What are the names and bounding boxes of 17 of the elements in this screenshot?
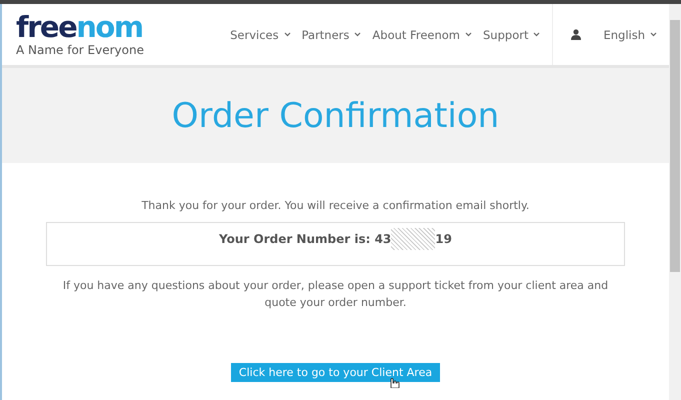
nav-link[interactable]: Partners	[302, 28, 362, 42]
tagline: A Name for Everyone	[16, 42, 144, 56]
scrollbar[interactable]	[669, 4, 681, 400]
page-title: Order Confirmation	[172, 96, 500, 136]
logo[interactable]: freenom	[16, 12, 144, 40]
nav-link[interactable]: Services	[230, 28, 291, 42]
nav-link[interactable]: About Freenom	[372, 28, 472, 42]
order-number-end: 19	[435, 232, 452, 246]
scrollbar-thumb[interactable]	[670, 20, 680, 272]
redacted-area	[391, 228, 436, 250]
language-menu[interactable]: English	[603, 28, 657, 42]
nav-link[interactable]: Support	[483, 28, 540, 42]
user-icon[interactable]	[571, 29, 582, 40]
hand-cursor-icon	[388, 378, 400, 388]
confirmation-message: Thank you for your order. You will receive a confirmation email shortly.	[142, 199, 530, 212]
order-number-label: Your Order Number is: 43	[219, 232, 392, 246]
support-note: If you have any questions about your order, please open a support ticket from your client area and quote your order number.	[62, 278, 610, 311]
